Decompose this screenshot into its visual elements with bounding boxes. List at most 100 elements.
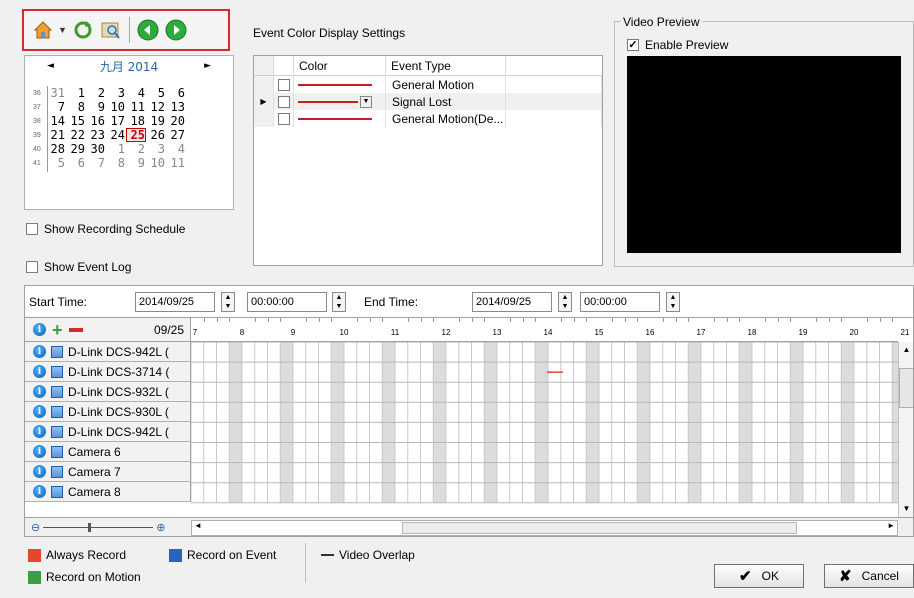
- calendar-day[interactable]: 11: [126, 100, 146, 114]
- camera-row[interactable]: i Camera 6: [25, 442, 191, 462]
- calendar-day[interactable]: 13: [166, 100, 186, 114]
- calendar-day[interactable]: 20: [166, 114, 186, 128]
- show-event-log-checkbox[interactable]: [26, 261, 38, 273]
- calendar-day[interactable]: 8: [106, 156, 126, 170]
- calendar-day[interactable]: 1: [106, 142, 126, 156]
- calendar-next-button[interactable]: ►: [204, 61, 211, 71]
- cancel-button[interactable]: ✘ Cancel: [824, 564, 914, 588]
- calendar-day[interactable]: 17: [106, 114, 126, 128]
- info-icon[interactable]: i: [33, 323, 46, 336]
- calendar-day[interactable]: 6: [166, 86, 186, 100]
- start-time-field[interactable]: 00:00:00: [247, 292, 327, 312]
- event-color-swatch[interactable]: [298, 117, 372, 120]
- horizontal-scrollbar[interactable]: ◄ ►: [191, 520, 898, 536]
- event-row-checkbox[interactable]: [277, 78, 290, 91]
- camera-row[interactable]: i D-Link DCS-932L (: [25, 382, 191, 402]
- info-icon[interactable]: i: [33, 365, 46, 378]
- calendar-day[interactable]: 27: [166, 128, 186, 142]
- vertical-scrollbar[interactable]: ▲ ▼: [898, 342, 913, 517]
- color-dropdown-icon[interactable]: ▼: [360, 95, 372, 108]
- calendar-day[interactable]: 12: [146, 100, 166, 114]
- zoom-out-icon[interactable]: ⊖: [31, 521, 40, 534]
- add-icon[interactable]: +: [52, 321, 63, 339]
- calendar-day[interactable]: 25: [126, 128, 146, 142]
- calendar-day[interactable]: 4: [166, 142, 186, 156]
- calendar-day[interactable]: 9: [86, 100, 106, 114]
- event-color-swatch[interactable]: [298, 100, 358, 103]
- calendar-day[interactable]: 18: [126, 114, 146, 128]
- ok-button[interactable]: ✔ OK: [714, 564, 804, 588]
- calendar-day[interactable]: 15: [66, 114, 86, 128]
- show-recording-schedule-checkbox[interactable]: [26, 223, 38, 235]
- end-time-spinner[interactable]: ▲ ▼: [666, 292, 680, 312]
- calendar-day[interactable]: 26: [146, 128, 166, 142]
- camera-row[interactable]: i D-Link DCS-942L (: [25, 342, 191, 362]
- calendar-day[interactable]: 28: [46, 142, 66, 156]
- calendar-day[interactable]: 8: [66, 100, 86, 114]
- info-icon[interactable]: i: [33, 405, 46, 418]
- scroll-down-icon[interactable]: ▼: [899, 501, 913, 517]
- calendar-day[interactable]: 6: [66, 156, 86, 170]
- camera-row[interactable]: i Camera 8: [25, 482, 191, 502]
- horizontal-scroll-thumb[interactable]: [402, 522, 797, 534]
- info-icon[interactable]: i: [33, 425, 46, 438]
- start-time-spinner[interactable]: ▲ ▼: [332, 292, 346, 312]
- scroll-up-icon[interactable]: ▲: [899, 342, 913, 358]
- calendar-day[interactable]: 7: [46, 100, 66, 114]
- calendar-prev-button[interactable]: ◄: [47, 61, 54, 71]
- zoom-slider[interactable]: ⊖ ⊕: [31, 521, 165, 534]
- calendar-day[interactable]: 23: [86, 128, 106, 142]
- zoom-track[interactable]: [43, 523, 154, 532]
- zoom-thumb[interactable]: [88, 523, 92, 532]
- remove-icon[interactable]: [68, 327, 83, 332]
- calendar-day[interactable]: 3: [146, 142, 166, 156]
- start-date-field[interactable]: 2014/09/25: [135, 292, 215, 312]
- calendar-day[interactable]: 10: [106, 100, 126, 114]
- calendar-month-label[interactable]: 九月 2014: [100, 58, 158, 75]
- calendar-day[interactable]: 2: [86, 86, 106, 100]
- calendar-day[interactable]: 31: [46, 86, 66, 100]
- event-row[interactable]: General Motion: [254, 76, 602, 93]
- scroll-left-icon[interactable]: ◄: [194, 521, 202, 530]
- home-icon[interactable]: [30, 17, 56, 43]
- event-row-checkbox[interactable]: [277, 95, 290, 108]
- calendar-day[interactable]: 16: [86, 114, 106, 128]
- calendar-day[interactable]: 14: [46, 114, 66, 128]
- zoom-in-icon[interactable]: ⊕: [156, 521, 165, 534]
- end-time-field[interactable]: 00:00:00: [580, 292, 660, 312]
- show-event-log-option[interactable]: Show Event Log: [26, 260, 131, 274]
- calendar-day[interactable]: 19: [146, 114, 166, 128]
- event-type-column-header[interactable]: Event Type: [386, 56, 506, 75]
- calendar-day[interactable]: 4: [126, 86, 146, 100]
- enable-preview-option[interactable]: ✓ Enable Preview: [627, 38, 728, 52]
- refresh-icon[interactable]: [70, 17, 96, 43]
- camera-row[interactable]: i D-Link DCS-3714 (: [25, 362, 191, 382]
- event-row[interactable]: ▶ ▼ Signal Lost: [254, 93, 602, 110]
- calendar-day[interactable]: 3: [106, 86, 126, 100]
- next-icon[interactable]: [163, 17, 189, 43]
- start-date-spinner[interactable]: ▲ ▼: [221, 292, 235, 312]
- event-color-swatch[interactable]: [298, 83, 372, 86]
- info-icon[interactable]: i: [33, 385, 46, 398]
- calendar-day[interactable]: 5: [146, 86, 166, 100]
- scroll-right-icon[interactable]: ►: [887, 521, 895, 530]
- calendar-day[interactable]: 1: [66, 86, 86, 100]
- end-date-field[interactable]: 2014/09/25: [472, 292, 552, 312]
- info-icon[interactable]: i: [33, 465, 46, 478]
- calendar-day[interactable]: 2: [126, 142, 146, 156]
- calendar-day[interactable]: 9: [126, 156, 146, 170]
- search-icon[interactable]: [98, 17, 124, 43]
- camera-row[interactable]: i Camera 7: [25, 462, 191, 482]
- calendar-day[interactable]: 29: [66, 142, 86, 156]
- event-row[interactable]: General Motion(De...: [254, 110, 602, 127]
- color-column-header[interactable]: Color: [294, 56, 386, 75]
- calendar-day[interactable]: 10: [146, 156, 166, 170]
- calendar-day[interactable]: 30: [86, 142, 106, 156]
- enable-preview-checkbox[interactable]: ✓: [627, 39, 639, 51]
- calendar-day[interactable]: 5: [46, 156, 66, 170]
- vertical-scroll-thumb[interactable]: [899, 368, 913, 408]
- end-date-spinner[interactable]: ▲ ▼: [558, 292, 572, 312]
- calendar-day[interactable]: 7: [86, 156, 106, 170]
- event-row-checkbox[interactable]: [277, 112, 290, 125]
- info-icon[interactable]: i: [33, 345, 46, 358]
